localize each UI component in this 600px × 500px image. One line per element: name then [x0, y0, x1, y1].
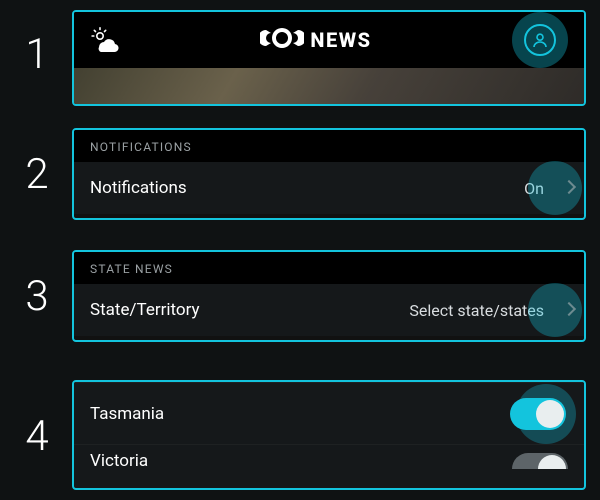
panel-state-toggles: Tasmania Victoria — [72, 380, 586, 490]
profile-icon — [524, 24, 556, 56]
panel-state-news: STATE NEWS State/Territory Select state/… — [72, 250, 586, 342]
step-number-2: 2 — [12, 150, 62, 199]
section-header-state-news: STATE NEWS — [74, 252, 584, 284]
step-number-3: 3 — [12, 272, 62, 321]
brand-logo: NEWS — [260, 27, 371, 54]
weather-icon[interactable] — [90, 27, 120, 53]
abc-logo-icon — [260, 27, 304, 54]
row-state-tasmania[interactable]: Tasmania — [74, 382, 584, 444]
toggle-partial-below — [512, 453, 568, 469]
row-label: Notifications — [90, 178, 187, 198]
row-state-next[interactable]: Victoria — [74, 444, 584, 472]
row-label: State/Territory — [90, 300, 200, 320]
profile-button[interactable] — [512, 12, 568, 68]
toggle-tasmania[interactable] — [510, 398, 566, 430]
row-value: Select state/states — [409, 301, 544, 320]
chevron-right-icon — [564, 180, 574, 196]
chevron-right-icon — [564, 302, 574, 318]
row-state-territory[interactable]: State/Territory Select state/states — [74, 284, 584, 336]
row-notifications[interactable]: Notifications On — [74, 162, 584, 214]
panel-header: NEWS — [72, 10, 586, 106]
step-number-4: 4 — [12, 412, 62, 461]
section-header-notifications: NOTIFICATIONS — [74, 130, 584, 162]
row-label: Victoria — [90, 451, 148, 471]
row-label: Tasmania — [90, 404, 164, 424]
app-top-bar: NEWS — [74, 12, 584, 68]
brand-text: NEWS — [310, 28, 371, 52]
step-number-1: 1 — [12, 30, 62, 79]
panel-notifications: NOTIFICATIONS Notifications On — [72, 128, 586, 220]
